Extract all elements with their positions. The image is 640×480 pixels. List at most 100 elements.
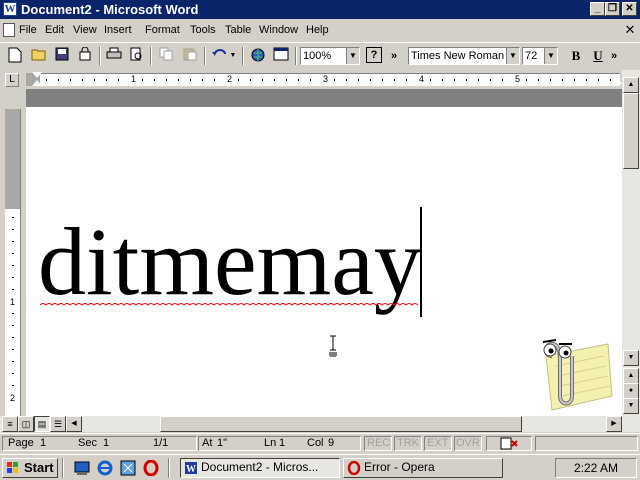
toolbar-separator — [204, 47, 206, 65]
help-icon[interactable]: ? — [366, 47, 382, 63]
status-at-label: At — [202, 437, 213, 449]
undo-dropdown-icon[interactable]: ▼ — [228, 47, 238, 65]
open-folder-icon[interactable] — [30, 47, 48, 65]
scroll-down-button[interactable]: ▼ — [623, 350, 639, 366]
bold-button[interactable]: B — [567, 47, 585, 65]
vertical-ruler[interactable]: 1 2 — [5, 109, 21, 416]
vertical-ruler-tick — [12, 217, 14, 218]
select-browse-object-button[interactable]: ● — [623, 383, 639, 399]
right-indent-marker[interactable] — [612, 78, 622, 84]
start-button[interactable]: Start — [2, 458, 58, 478]
font-size-combo[interactable]: 72 ▼ — [522, 47, 558, 65]
ruler-tick — [190, 79, 191, 81]
menu-file[interactable]: File — [19, 23, 37, 37]
web-layout-button[interactable]: ◫ — [18, 416, 34, 432]
chevron-down-icon[interactable]: ▼ — [346, 48, 359, 64]
underline-button[interactable]: U — [589, 47, 607, 65]
save-icon[interactable] — [53, 47, 71, 65]
normal-view-button[interactable]: ≡ — [2, 416, 18, 432]
status-at-value: 1" — [217, 437, 228, 449]
vertical-scrollbar[interactable]: ▲ ▼ ▲ ● ▼ — [622, 70, 640, 416]
scroll-thumb[interactable] — [623, 93, 639, 169]
undo-icon[interactable] — [210, 47, 228, 65]
ruler-tick — [454, 79, 455, 81]
restore-button[interactable]: ❐ — [605, 2, 620, 16]
chevron-down-icon[interactable]: ▼ — [544, 48, 557, 64]
task-word-document[interactable]: W Document2 - Micros... — [180, 458, 340, 478]
status-section-label: Sec — [78, 437, 97, 449]
previous-page-button[interactable]: ▲ — [623, 368, 639, 384]
toolbar-separator — [242, 47, 244, 65]
status-section — [535, 436, 638, 451]
tab-selector[interactable]: L — [5, 73, 19, 87]
status-page-label: Page — [8, 437, 34, 449]
ruler-tick — [142, 79, 143, 81]
document-control-icon[interactable] — [3, 23, 15, 37]
outline-view-button[interactable]: ☰ — [50, 416, 66, 432]
next-page-button[interactable]: ▼ — [623, 398, 639, 414]
font-name-combo[interactable]: Times New Roman ▼ — [408, 47, 520, 65]
ruler-tick — [358, 79, 359, 81]
ruler-number: 1 — [131, 74, 137, 84]
print-icon[interactable] — [105, 47, 123, 65]
horizontal-ruler[interactable]: L 1 2 3 4 5 — [0, 70, 640, 89]
toolbar-more-icon[interactable]: » — [609, 47, 619, 65]
print-preview-icon[interactable] — [128, 47, 146, 65]
opera-icon[interactable] — [143, 459, 159, 479]
menu-help[interactable]: Help — [306, 23, 329, 37]
minimize-button[interactable]: _ — [590, 2, 605, 16]
vertical-ruler-tick — [12, 361, 14, 362]
status-line-value: 1 — [279, 437, 286, 449]
channels-icon[interactable] — [120, 460, 136, 479]
document-map-icon[interactable] — [272, 47, 290, 65]
status-ext[interactable]: EXT — [427, 437, 448, 450]
toolbar-separator — [150, 47, 152, 65]
ruler-tick — [442, 79, 443, 81]
system-tray[interactable]: 2:22 AM — [555, 458, 637, 478]
hanging-indent-marker[interactable] — [32, 80, 42, 86]
web-icon[interactable] — [249, 47, 267, 65]
show-desktop-icon[interactable] — [74, 460, 90, 479]
paste-icon[interactable] — [181, 47, 199, 65]
copy-icon[interactable] — [157, 47, 175, 65]
word-app-icon[interactable]: W — [3, 2, 17, 16]
ruler-tick — [346, 79, 347, 81]
new-document-icon[interactable] — [6, 47, 24, 65]
close-document-icon[interactable]: ✕ — [623, 22, 637, 37]
internet-explorer-icon[interactable] — [97, 460, 113, 479]
status-rec[interactable]: REC — [367, 437, 390, 450]
window-title: Document2 - Microsoft Word — [21, 2, 199, 17]
ibeam-cursor-icon — [328, 335, 338, 361]
menu-tools[interactable]: Tools — [190, 23, 216, 37]
ruler-tick — [478, 79, 479, 81]
toolbar-more-icon[interactable]: » — [389, 47, 399, 65]
ruler-tick — [58, 79, 59, 81]
scroll-left-button[interactable]: ◀ — [66, 416, 82, 432]
print-layout-button[interactable]: ▤ — [34, 416, 50, 432]
scroll-right-button[interactable]: ▶ — [606, 416, 622, 432]
menu-window[interactable]: Window — [259, 23, 298, 37]
horizontal-scroll-thumb[interactable] — [160, 416, 522, 432]
spelling-status-icon[interactable] — [500, 437, 518, 453]
close-button[interactable]: ✕ — [622, 2, 637, 16]
document-text[interactable]: ditmemay — [38, 207, 422, 317]
zoom-combo[interactable]: 100% ▼ — [300, 47, 360, 65]
menu-table[interactable]: Table — [225, 23, 251, 37]
menu-view[interactable]: View — [73, 23, 97, 37]
title-bar[interactable]: W Document2 - Microsoft Word _ ❐ ✕ — [0, 0, 640, 19]
scroll-up-button[interactable]: ▲ — [623, 77, 639, 93]
menu-format[interactable]: Format — [145, 23, 180, 37]
office-assistant-clippy[interactable] — [516, 326, 616, 416]
ruler-tick — [118, 79, 119, 81]
menu-edit[interactable]: Edit — [45, 23, 64, 37]
chevron-down-icon[interactable]: ▼ — [506, 48, 519, 64]
spelling-error-underline — [40, 303, 418, 306]
task-opera-error[interactable]: Error - Opera — [343, 458, 503, 478]
clock[interactable]: 2:22 AM — [574, 461, 618, 475]
status-trk[interactable]: TRK — [397, 437, 419, 450]
status-ovr[interactable]: OVR — [456, 437, 480, 450]
first-line-indent-marker[interactable] — [32, 72, 42, 78]
permission-icon[interactable] — [76, 46, 94, 65]
horizontal-scrollbar[interactable]: ≡ ◫ ▤ ☰ ◀ ▶ — [0, 416, 640, 432]
menu-insert[interactable]: Insert — [104, 23, 132, 37]
